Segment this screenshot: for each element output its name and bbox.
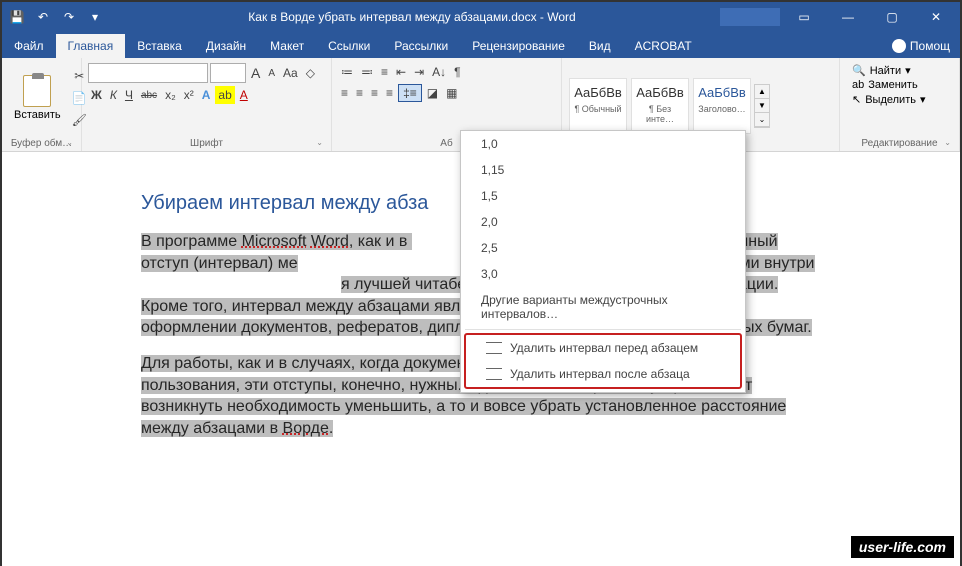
qat-dropdown-icon[interactable]: ▾ [86, 8, 104, 26]
text-effects-button[interactable]: A [199, 86, 214, 104]
bold-button[interactable]: Ж [88, 86, 105, 104]
tab-review[interactable]: Рецензирование [460, 34, 577, 58]
maximize-button[interactable]: ▢ [872, 2, 912, 32]
line-spacing-button[interactable]: ‡≡ [398, 84, 422, 102]
select-button[interactable]: ↖Выделить ▾ [852, 93, 947, 106]
tell-me-label: Помощ [910, 39, 950, 53]
menu-separator [465, 329, 741, 330]
group-label-clipboard: Буфер обм… [8, 135, 75, 151]
font-name-input[interactable] [88, 63, 208, 83]
multilevel-button[interactable]: ≡ [378, 63, 391, 81]
ribbon-options-icon[interactable]: ▭ [784, 2, 824, 32]
font-size-input[interactable] [210, 63, 246, 83]
superscript-button[interactable]: x² [181, 86, 197, 104]
tab-references[interactable]: Ссылки [316, 34, 382, 58]
align-left-button[interactable]: ≡ [338, 84, 351, 102]
tab-file[interactable]: Файл [2, 34, 56, 58]
remove-space-after[interactable]: Удалить интервал после абзаца [466, 361, 740, 387]
highlighted-options: Удалить интервал перед абзацем Удалить и… [464, 333, 742, 389]
align-right-button[interactable]: ≡ [368, 84, 381, 102]
tab-acrobat[interactable]: ACROBAT [623, 34, 704, 58]
lightbulb-icon [892, 39, 906, 53]
underline-button[interactable]: Ч [122, 86, 136, 104]
tab-mailings[interactable]: Рассылки [382, 34, 460, 58]
font-color-button[interactable]: A [237, 86, 251, 104]
clear-formatting-button[interactable]: ◇ [303, 64, 318, 82]
close-button[interactable]: ✕ [916, 2, 956, 32]
grow-font-button[interactable]: A [248, 63, 263, 83]
tab-design[interactable]: Дизайн [194, 34, 258, 58]
tab-insert[interactable]: Вставка [125, 34, 194, 58]
remove-space-before[interactable]: Удалить интервал перед абзацем [466, 335, 740, 361]
find-button[interactable]: 🔍Найти ▾ [852, 64, 947, 77]
search-icon: 🔍 [852, 64, 866, 77]
decrease-indent-button[interactable]: ⇤ [393, 63, 409, 81]
styles-gallery-arrows[interactable]: ▲ ▼ ⌄ [754, 84, 770, 128]
spacing-more-options[interactable]: Другие варианты междустрочных интервалов… [461, 287, 745, 327]
shrink-font-button[interactable]: A [265, 66, 278, 81]
tab-view[interactable]: Вид [577, 34, 623, 58]
space-before-icon [486, 342, 502, 354]
space-after-icon [486, 368, 502, 380]
window-title: Как в Ворде убрать интервал между абзаца… [104, 10, 720, 24]
styles-expand-icon[interactable]: ⌄ [755, 113, 769, 127]
ribbon-tabs: Файл Главная Вставка Дизайн Макет Ссылки… [2, 32, 960, 58]
tab-layout[interactable]: Макет [258, 34, 316, 58]
styles-up-icon[interactable]: ▲ [755, 85, 769, 99]
group-editing: 🔍Найти ▾ abЗаменить ↖Выделить ▾ Редактир… [840, 58, 960, 151]
spacing-option-2-5[interactable]: 2,5 [461, 235, 745, 261]
styles-down-icon[interactable]: ▼ [755, 99, 769, 113]
italic-button[interactable]: К [107, 86, 120, 104]
justify-button[interactable]: ≡ [383, 84, 396, 102]
spacing-option-3-0[interactable]: 3,0 [461, 261, 745, 287]
highlight-button[interactable]: ab [215, 86, 234, 104]
replace-icon: ab [852, 79, 864, 91]
style-heading1[interactable]: АаБбВв Заголово… [693, 78, 751, 134]
numbering-button[interactable]: ≕ [358, 63, 376, 81]
cursor-icon: ↖ [852, 93, 861, 106]
increase-indent-button[interactable]: ⇥ [411, 63, 427, 81]
paste-button[interactable]: Вставить [8, 71, 67, 125]
bullets-button[interactable]: ≔ [338, 63, 356, 81]
quick-access-toolbar: 💾 ↶ ↷ ▾ [2, 8, 104, 26]
show-marks-button[interactable]: ¶ [451, 63, 463, 81]
group-label-editing: Редактирование [846, 135, 953, 151]
chevron-down-icon: ▾ [920, 93, 926, 106]
align-center-button[interactable]: ≡ [353, 84, 366, 102]
group-font: A A Aa ◇ Ж К Ч abc x₂ x² A ab A Шрифт [82, 58, 332, 151]
borders-button[interactable]: ▦ [443, 84, 460, 102]
shading-button[interactable]: ◪ [424, 84, 441, 102]
change-case-button[interactable]: Aa [280, 64, 301, 82]
sort-button[interactable]: A↓ [429, 63, 449, 81]
undo-icon[interactable]: ↶ [34, 8, 52, 26]
chevron-down-icon: ▾ [905, 64, 911, 77]
replace-button[interactable]: abЗаменить [852, 79, 947, 91]
spacing-option-1-15[interactable]: 1,15 [461, 157, 745, 183]
spacing-option-2-0[interactable]: 2,0 [461, 209, 745, 235]
group-label-font: Шрифт [88, 135, 325, 151]
style-normal[interactable]: АаБбВв ¶ Обычный [569, 78, 627, 134]
strikethrough-button[interactable]: abc [138, 88, 160, 103]
watermark: user-life.com [851, 536, 954, 558]
title-bar: 💾 ↶ ↷ ▾ Как в Ворде убрать интервал межд… [2, 2, 960, 32]
spacing-option-1-5[interactable]: 1,5 [461, 183, 745, 209]
spacing-option-1-0[interactable]: 1,0 [461, 131, 745, 157]
account-area[interactable] [720, 8, 780, 26]
redo-icon[interactable]: ↷ [60, 8, 78, 26]
group-clipboard: Вставить ✂ 📄 🖌 Буфер обм… [2, 58, 82, 151]
save-icon[interactable]: 💾 [8, 8, 26, 26]
clipboard-icon [23, 75, 51, 107]
minimize-button[interactable]: — [828, 2, 868, 32]
style-no-spacing[interactable]: АаБбВв ¶ Без инте… [631, 78, 689, 134]
line-spacing-menu: 1,0 1,15 1,5 2,0 2,5 3,0 Другие варианты… [460, 130, 746, 393]
tell-me-search[interactable]: Помощ [882, 34, 960, 58]
tab-home[interactable]: Главная [56, 34, 126, 58]
subscript-button[interactable]: x₂ [162, 86, 179, 104]
